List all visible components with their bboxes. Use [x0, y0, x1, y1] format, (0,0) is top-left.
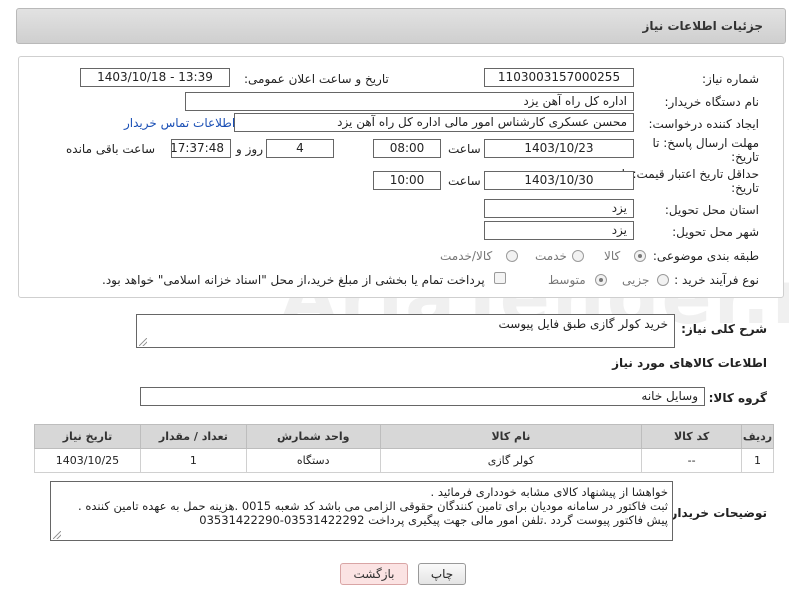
days-remaining-field: 4	[266, 139, 334, 158]
buyer-label: نام دستگاه خریدار:	[664, 95, 760, 109]
process-minor-text: جزیی	[622, 273, 650, 287]
description-label: شرح کلی نیاز:	[681, 322, 767, 336]
city-label: شهر محل تحویل:	[672, 225, 759, 239]
category-label: طبقه بندی موضوعی:	[652, 249, 759, 263]
resize-grip-icon	[53, 531, 61, 539]
resize-grip-icon	[139, 338, 147, 346]
announce-field: 1403/10/18 - 13:39	[80, 68, 230, 87]
buyer-notes-line-3: پیش فاکتور پیوست گردد .تلفن امور مالی جه…	[199, 513, 668, 527]
deadline-time-label: ساعت	[448, 142, 481, 156]
cell-row-number: 1	[741, 448, 774, 473]
page-title: جزئیات اطلاعات نیاز	[642, 19, 763, 33]
col-goods-code: کد کالا	[641, 424, 743, 449]
category-goods-radio[interactable]	[634, 250, 646, 262]
need-number-label: شماره نیاز:	[702, 72, 759, 86]
buyer-notes-label: توضیحات خریدار:	[665, 506, 767, 520]
goods-section-title: اطلاعات کالاهای مورد نیاز	[612, 356, 767, 370]
process-minor-radio[interactable]	[657, 274, 669, 286]
announce-label: تاریخ و ساعت اعلان عمومی:	[244, 72, 389, 86]
cell-goods-code: --	[641, 448, 743, 473]
category-both-text: کالا/خدمت	[440, 249, 493, 263]
col-need-date: تاریخ نیاز	[34, 424, 141, 449]
buyer-notes-line-1: خواهشا از پیشنهاد کالای مشابه خودداری فر…	[430, 485, 668, 499]
col-row-number: ردیف	[741, 424, 774, 449]
validity-label-line2: تاریخ:	[731, 181, 759, 195]
validity-time-field: 10:00	[373, 171, 441, 190]
treasury-payment-note: پرداخت تمام یا بخشی از مبلغ خرید،از محل …	[102, 273, 485, 287]
process-medium-text: متوسط	[548, 273, 586, 287]
table-row: 1 -- کولر گازی دستگاه 1 1403/10/25	[34, 448, 774, 473]
province-label: استان محل تحویل:	[664, 203, 759, 217]
treasury-payment-checkbox[interactable]	[494, 272, 506, 284]
remaining-time-field: 17:37:48	[171, 139, 231, 158]
goods-table: ردیف کد کالا نام کالا واحد شمارش تعداد /…	[34, 424, 774, 473]
remaining-label: ساعت باقی مانده	[66, 142, 156, 156]
buyer-notes-line-2: ثبت فاکتور در سامانه مودیان برای تامین ک…	[78, 499, 668, 513]
category-both-radio[interactable]	[506, 250, 518, 262]
goods-group-label: گروه کالا:	[708, 391, 767, 405]
back-button[interactable]: بازگشت	[340, 563, 408, 585]
col-quantity: تعداد / مقدار	[139, 424, 247, 449]
cell-goods-name: کولر گازی	[379, 448, 643, 473]
validity-label-line1: حداقل تاریخ اعتبار قیمت: تا	[621, 167, 759, 181]
description-text: خرید کولر گازی طبق فایل پیوست	[498, 317, 669, 331]
deadline-time-field: 08:00	[373, 139, 441, 158]
cell-need-date: 1403/10/25	[34, 448, 141, 473]
city-field: یزد	[484, 221, 634, 240]
buyer-notes-textarea: خواهشا از پیشنهاد کالای مشابه خودداری فر…	[50, 481, 673, 541]
province-field: یزد	[484, 199, 634, 218]
category-goods-text: کالا	[604, 249, 621, 263]
creator-field: محسن عسکری کارشناس امور مالی اداره کل را…	[234, 113, 634, 132]
buyer-field: اداره کل راه آهن یزد	[185, 92, 634, 111]
deadline-date-field: 1403/10/23	[484, 139, 634, 158]
creator-label: ایجاد کننده درخواست:	[648, 117, 759, 131]
category-service-radio[interactable]	[572, 250, 584, 262]
need-number-field: 1103003157000255	[484, 68, 634, 87]
validity-time-label: ساعت	[448, 174, 481, 188]
goods-table-header: ردیف کد کالا نام کالا واحد شمارش تعداد /…	[34, 424, 774, 449]
validity-date-field: 1403/10/30	[484, 171, 634, 190]
col-goods-name: نام کالا	[379, 424, 643, 449]
col-unit: واحد شمارش	[245, 424, 381, 449]
cell-unit: دستگاه	[245, 448, 381, 473]
category-service-text: خدمت	[535, 249, 567, 263]
cell-quantity: 1	[139, 448, 247, 473]
deadline-label-line1: مهلت ارسال پاسخ: تا	[652, 136, 759, 150]
deadline-label-line2: تاریخ:	[731, 150, 759, 164]
process-medium-radio[interactable]	[595, 274, 607, 286]
description-textarea: خرید کولر گازی طبق فایل پیوست	[136, 314, 675, 348]
print-button[interactable]: چاپ	[418, 563, 466, 585]
page-header: جزئیات اطلاعات نیاز	[16, 8, 786, 44]
goods-group-field: وسایل خانه	[140, 387, 705, 406]
buyer-contact-link[interactable]: اطلاعات تماس خریدار	[124, 116, 235, 130]
days-label: روز و	[236, 142, 263, 156]
process-label: نوع فرآیند خرید :	[674, 273, 759, 287]
